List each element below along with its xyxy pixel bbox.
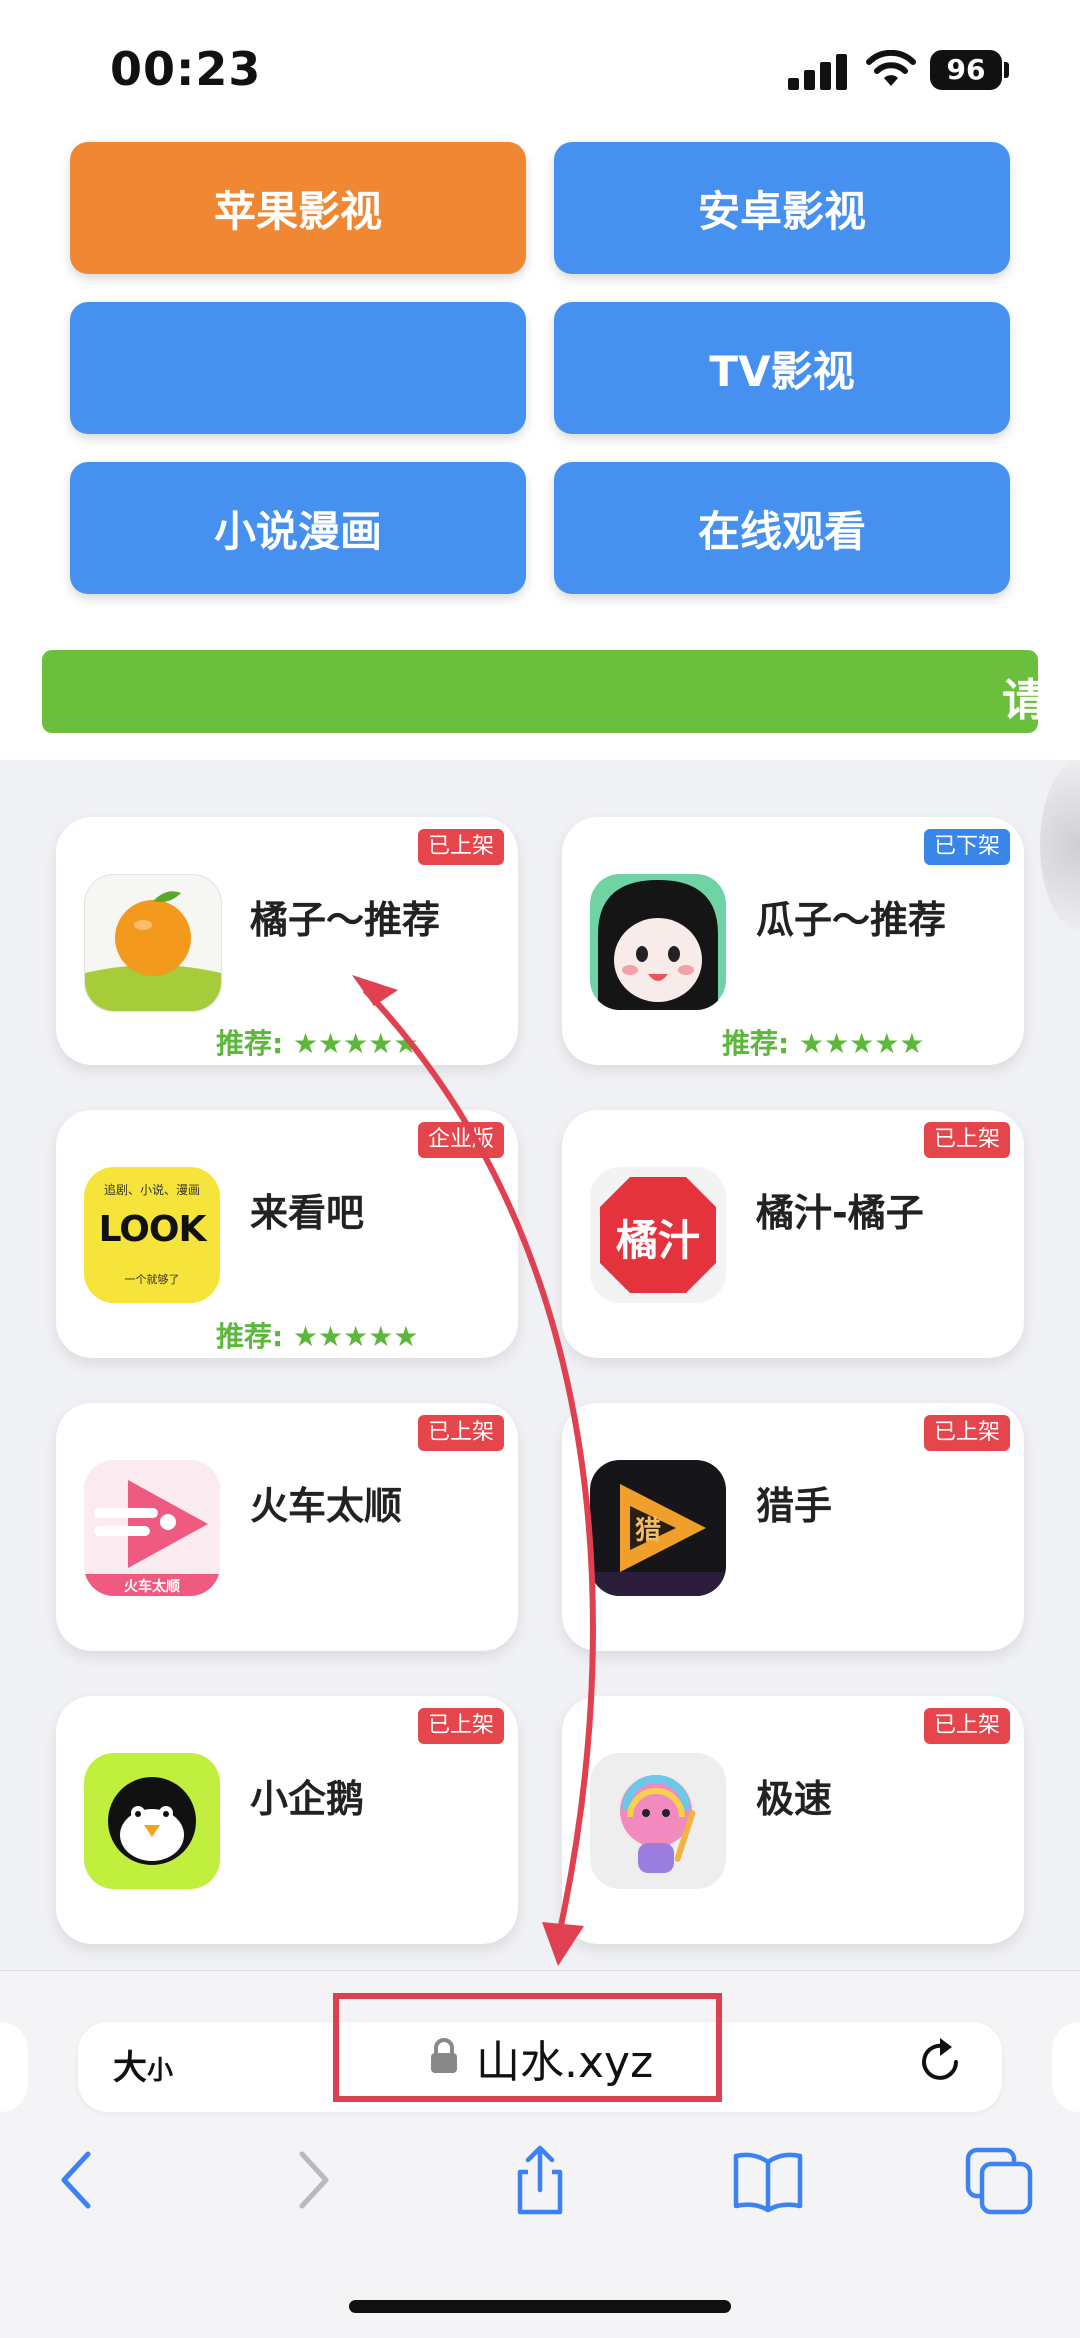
back-icon[interactable] <box>38 2140 118 2220</box>
penguin-app-icon <box>84 1753 220 1889</box>
app-name: 橘子～推荐 <box>250 898 441 942</box>
apple-video-button[interactable]: 苹果影视 <box>70 142 526 274</box>
app-name: 猎手 <box>756 1484 833 1528</box>
app-name: 火车太顺 <box>250 1484 403 1528</box>
juzhi-app-icon: 橘汁 <box>590 1167 726 1303</box>
hunter-app-icon: 猎 <box>590 1460 726 1596</box>
cellular-signal-icon <box>788 52 848 90</box>
bookmarks-icon[interactable] <box>728 2140 808 2220</box>
watch-online-button[interactable]: 在线观看 <box>554 462 1010 594</box>
train-app-icon: 火车太顺 <box>84 1460 220 1596</box>
share-icon[interactable] <box>500 2140 580 2220</box>
status-badge: 已上架 <box>417 829 504 865</box>
app-name: 小企鹅 <box>250 1777 365 1821</box>
novel-comic-button[interactable]: 小说漫画 <box>70 462 526 594</box>
url-highlight-box <box>333 1993 722 2102</box>
app-card-jisu[interactable]: 已上架 极速 <box>562 1696 1024 1944</box>
recommend-rating: 推荐: ★★★★★ <box>216 1320 419 1353</box>
status-badge: 企业版 <box>417 1122 504 1158</box>
app-card-orange[interactable]: 已上架 橘子～推荐 推荐: ★★★★★ <box>56 817 518 1065</box>
status-badge: 已上架 <box>923 1415 1010 1451</box>
tv-video-button[interactable]: TV影视 <box>554 302 1010 434</box>
recommend-rating: 推荐: ★★★★★ <box>216 1027 419 1060</box>
status-badge: 已下架 <box>923 829 1010 865</box>
status-badge: 已上架 <box>923 1708 1010 1744</box>
android-video-button[interactable]: 安卓影视 <box>554 142 1010 274</box>
app-card-hunter[interactable]: 已上架 猎 猎手 <box>562 1403 1024 1651</box>
wifi-icon <box>866 50 916 86</box>
app-name: 来看吧 <box>250 1191 365 1235</box>
marquee-text: 请 <box>1002 675 1038 726</box>
app-card-train[interactable]: 已上架 火车太顺 火车太顺 <box>56 1403 518 1651</box>
orange-app-icon <box>84 874 222 1012</box>
status-badge: 已上架 <box>417 1415 504 1451</box>
app-card-guazi[interactable]: 已下架 瓜子～推荐 推荐: ★★★★★ <box>562 817 1024 1065</box>
app-card-penguin[interactable]: 已上架 小企鹅 <box>56 1696 518 1944</box>
recommend-rating: 推荐: ★★★★★ <box>722 1027 925 1060</box>
app-card-juzhi[interactable]: 已上架 橘汁 橘汁-橘子 <box>562 1110 1024 1358</box>
previous-tab-pill[interactable] <box>0 2022 28 2112</box>
app-name: 极速 <box>756 1777 833 1821</box>
next-tab-pill[interactable] <box>1052 2022 1080 2112</box>
marquee-banner: 请 <box>42 650 1038 733</box>
tabs-icon[interactable] <box>960 2140 1040 2220</box>
home-indicator <box>349 2300 731 2313</box>
jisu-app-icon <box>590 1753 726 1889</box>
app-card-look[interactable]: 企业版 追剧、小说、漫画 LOOK 一个就够了 来看吧 推荐: ★★★★★ <box>56 1110 518 1358</box>
battery-icon: 96 <box>930 50 1002 90</box>
app-name: 瓜子～推荐 <box>756 898 947 942</box>
text-size-button[interactable]: 大小 <box>113 2040 173 2089</box>
status-badge: 已上架 <box>923 1122 1010 1158</box>
forward-icon[interactable] <box>272 2140 352 2220</box>
guazi-app-icon <box>590 874 726 1010</box>
status-bar: 00:23 96 <box>0 0 1080 130</box>
blank-button[interactable] <box>70 302 526 434</box>
status-badge: 已上架 <box>417 1708 504 1744</box>
status-time: 00:23 <box>110 42 262 96</box>
look-app-icon: 追剧、小说、漫画 LOOK 一个就够了 <box>84 1167 220 1303</box>
reload-icon[interactable] <box>910 2032 970 2092</box>
battery-tip <box>1004 62 1009 78</box>
app-name: 橘汁-橘子 <box>756 1191 924 1235</box>
